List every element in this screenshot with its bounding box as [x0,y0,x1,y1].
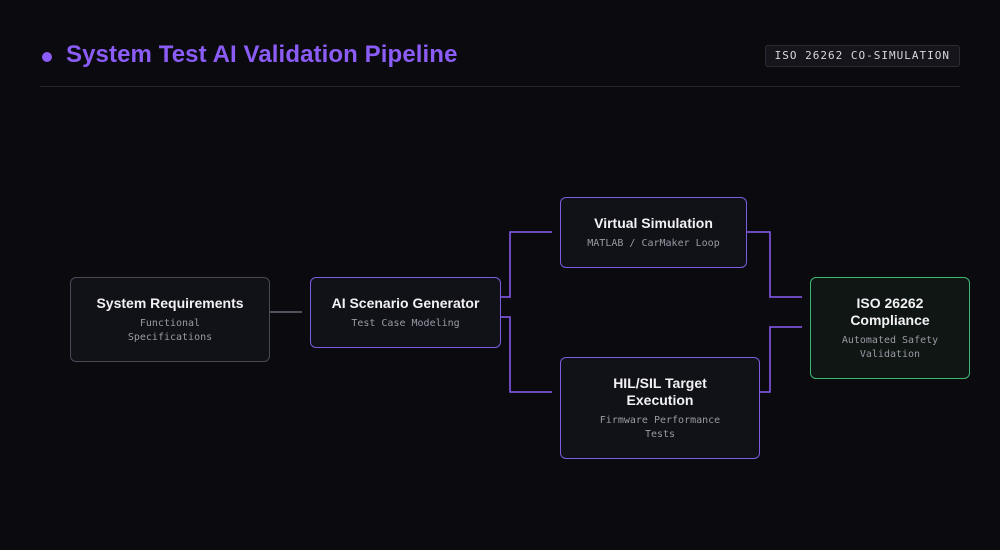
node-ai-scenario-generator[interactable]: AI Scenario Generator Test Case Modeling [310,277,501,348]
node-subtitle: Automated Safety Validation [841,334,939,360]
edge-hil-sil-to-iso [760,326,802,393]
header: System Test AI Validation Pipeline ISO 2… [40,38,960,78]
header-divider [40,86,960,87]
node-title: Virtual Simulation [594,214,713,231]
node-title: ISO 26262 Compliance [850,294,930,328]
node-subtitle: MATLAB / CarMaker Loop [587,237,720,249]
node-subtitle: Functional Specifications [127,317,213,343]
node-virtual-simulation[interactable]: Virtual Simulation MATLAB / CarMaker Loo… [560,197,747,268]
page-title: System Test AI Validation Pipeline [66,41,458,68]
edge-ai-generator-to-hil-sil [501,316,552,393]
node-title: HIL/SIL Target Execution [613,374,707,408]
node-title: System Requirements [96,294,244,311]
edge-virtual-sim-to-iso [747,231,802,298]
node-iso-26262-compliance[interactable]: ISO 26262 Compliance Automated Safety Vali… [810,277,970,379]
node-subtitle: Firmware Performance Tests [599,414,721,440]
title-bullet-icon [42,52,52,62]
node-hil-sil-target-execution[interactable]: HIL/SIL Target Execution Firmware Perform… [560,357,760,459]
edge-ai-generator-to-virtual-sim [501,231,552,298]
standard-badge: ISO 26262 CO-SIMULATION [764,45,960,67]
node-system-requirements[interactable]: System Requirements Functional Specificat… [70,277,270,362]
connector-lines [230,231,802,393]
node-title: AI Scenario Generator [331,294,480,311]
node-subtitle: Test Case Modeling [351,317,460,329]
